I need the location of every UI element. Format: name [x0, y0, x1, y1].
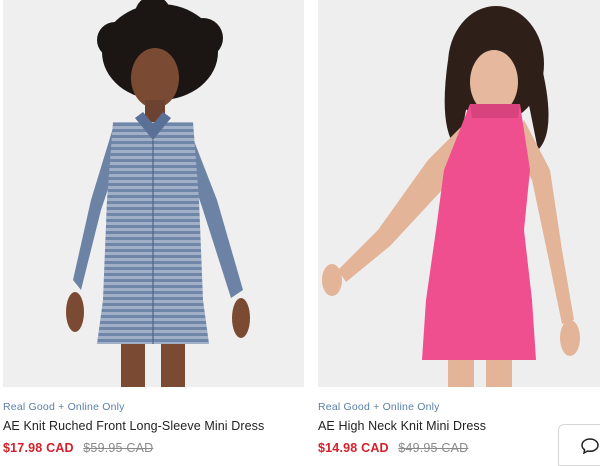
sale-price-1: $17.98 CAD: [3, 441, 74, 455]
original-price-1: $59.95 CAD: [83, 441, 154, 455]
product-card-2[interactable]: Real Good + Online Only AE High Neck Kni…: [318, 0, 600, 457]
product-image-2[interactable]: [318, 0, 600, 387]
product-badge-1: Real Good + Online Only: [3, 401, 125, 413]
model-photo-blue-dress: [66, 0, 250, 387]
sale-price-2: $14.98 CAD: [318, 441, 389, 455]
product-image-1[interactable]: [3, 0, 304, 387]
product-prices-1: $17.98 CAD $59.95 CAD: [3, 439, 304, 457]
original-price-2: $49.95 CAD: [398, 441, 469, 455]
chat-bubble-icon: [581, 438, 599, 454]
chat-button[interactable]: [558, 424, 600, 466]
model-photo-pink-dress: [322, 6, 580, 387]
product-title-1[interactable]: AE Knit Ruched Front Long-Sleeve Mini Dr…: [3, 417, 304, 435]
product-card-1[interactable]: Real Good + Online Only AE Knit Ruched F…: [3, 0, 304, 457]
product-badge-2: Real Good + Online Only: [318, 401, 440, 413]
